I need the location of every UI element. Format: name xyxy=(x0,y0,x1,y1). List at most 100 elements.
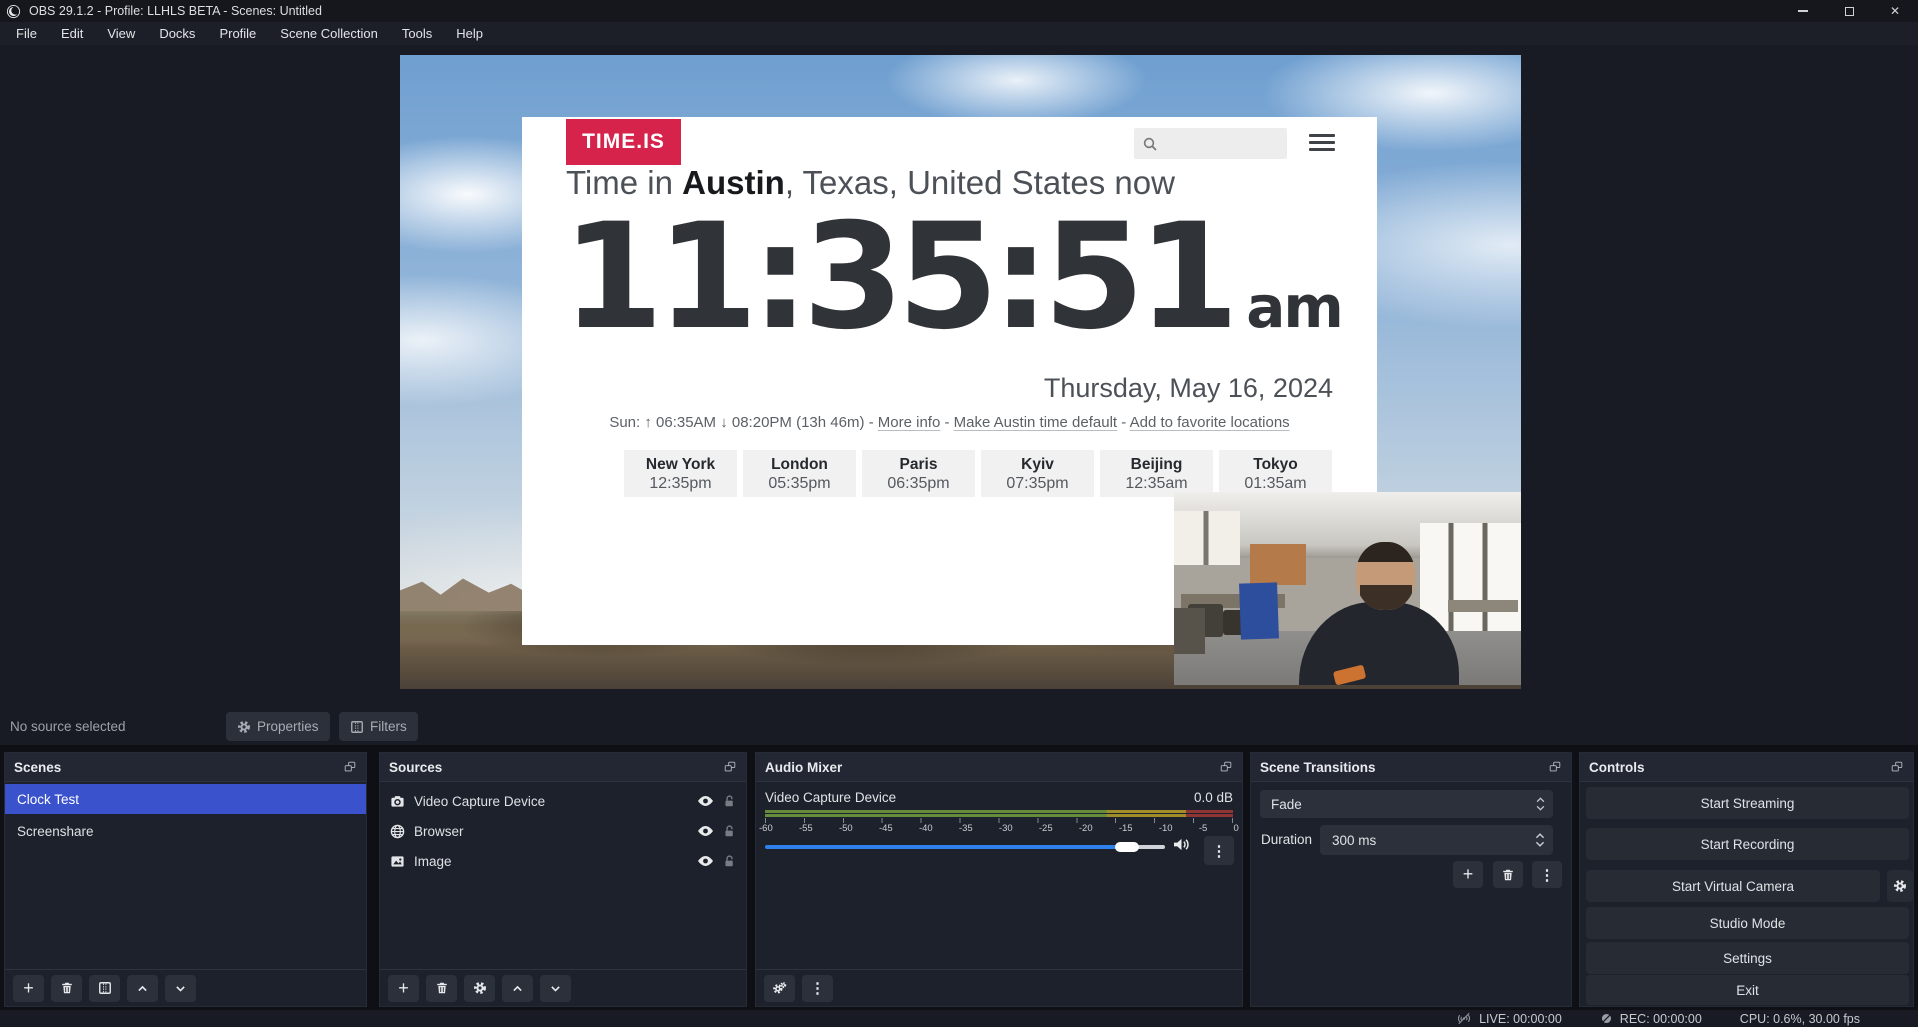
minimize-button[interactable] xyxy=(1780,0,1826,22)
select-chevrons-icon xyxy=(1528,797,1553,811)
advanced-audio-button[interactable] xyxy=(764,975,795,1002)
popout-icon[interactable] xyxy=(343,760,357,774)
filters-button[interactable]: Filters xyxy=(339,712,418,741)
cpu-fps-stats: CPU: 0.6%, 30.00 fps xyxy=(1740,1012,1860,1026)
scene-transitions-panel: Scene Transitions Fade Duration 300 ms +… xyxy=(1250,752,1572,1007)
broadcast-icon xyxy=(1456,1012,1472,1025)
remove-scene-button[interactable] xyxy=(51,975,82,1002)
move-scene-up-button[interactable] xyxy=(127,975,158,1002)
hamburger-menu-icon[interactable] xyxy=(1309,134,1335,151)
link-separator: - xyxy=(940,414,953,431)
start-recording-button[interactable]: Start Recording xyxy=(1586,828,1909,860)
menu-help[interactable]: Help xyxy=(444,22,495,45)
city-london[interactable]: London05:35pm xyxy=(743,450,856,497)
city-newyork[interactable]: New York12:35pm xyxy=(624,450,737,497)
speaker-icon[interactable] xyxy=(1172,837,1191,852)
city-paris[interactable]: Paris06:35pm xyxy=(862,450,975,497)
scene-filters-button[interactable] xyxy=(89,975,120,1002)
virtual-camera-settings-button[interactable] xyxy=(1887,870,1913,902)
settings-button[interactable]: Settings xyxy=(1586,942,1909,974)
mixer-menu-button[interactable]: ⋮ xyxy=(802,975,833,1002)
menu-tools[interactable]: Tools xyxy=(390,22,444,45)
minimize-icon xyxy=(1798,10,1808,12)
source-item-image[interactable]: Image xyxy=(380,846,746,876)
exit-button[interactable]: Exit xyxy=(1586,975,1909,1005)
window-title: OBS 29.1.2 - Profile: LLHLS BETA - Scene… xyxy=(29,4,322,18)
controls-header[interactable]: Controls xyxy=(1580,753,1913,782)
menu-file[interactable]: File xyxy=(4,22,49,45)
lock-icon[interactable] xyxy=(723,794,736,808)
add-transition-button[interactable]: + xyxy=(1453,861,1483,888)
menu-profile[interactable]: Profile xyxy=(207,22,268,45)
scenes-toolbar: + xyxy=(5,969,366,1006)
maximize-button[interactable] xyxy=(1826,0,1872,22)
visibility-eye-icon[interactable] xyxy=(697,825,714,837)
no-source-selected-label: No source selected xyxy=(10,709,126,745)
mixer-db-value: 0.0 dB xyxy=(1194,790,1233,805)
popout-icon[interactable] xyxy=(1219,760,1233,774)
maximize-icon xyxy=(1845,7,1854,16)
start-streaming-button[interactable]: Start Streaming xyxy=(1586,787,1909,819)
city-tokyo[interactable]: Tokyo01:35am xyxy=(1219,450,1332,497)
volume-meter xyxy=(765,810,1233,813)
menu-view[interactable]: View xyxy=(95,22,147,45)
city-beijing[interactable]: Beijing12:35am xyxy=(1100,450,1213,497)
source-item-browser[interactable]: Browser xyxy=(380,816,746,846)
move-source-down-button[interactable] xyxy=(540,975,571,1002)
duration-label: Duration xyxy=(1261,832,1312,847)
search-input[interactable] xyxy=(1134,128,1287,159)
menu-scene-collection[interactable]: Scene Collection xyxy=(268,22,390,45)
scene-item-screenshare[interactable]: Screenshare xyxy=(5,816,366,846)
clock-time: 11:35:51 xyxy=(562,201,1232,354)
chevron-up-icon xyxy=(136,982,149,995)
visibility-eye-icon[interactable] xyxy=(697,795,714,807)
start-virtual-camera-button[interactable]: Start Virtual Camera xyxy=(1586,870,1880,902)
scene-item-clock-test[interactable]: Clock Test xyxy=(5,784,366,814)
make-default-link[interactable]: Make Austin time default xyxy=(954,414,1117,431)
close-button[interactable]: ✕ xyxy=(1872,0,1918,22)
more-info-link[interactable]: More info xyxy=(878,414,941,431)
remove-source-button[interactable] xyxy=(426,975,457,1002)
preview-canvas[interactable]: TIME.IS Time in Austin, Texas, United St… xyxy=(400,55,1521,689)
trash-icon xyxy=(60,981,74,995)
spinner-chevrons-icon[interactable] xyxy=(1527,833,1553,847)
add-source-button[interactable]: + xyxy=(388,975,419,1002)
studio-mode-button[interactable]: Studio Mode xyxy=(1586,907,1909,939)
menu-edit[interactable]: Edit xyxy=(49,22,95,45)
add-favorite-link[interactable]: Add to favorite locations xyxy=(1130,414,1290,431)
lock-icon[interactable] xyxy=(723,854,736,868)
remove-transition-button[interactable] xyxy=(1493,861,1523,888)
volume-slider-handle[interactable] xyxy=(1115,842,1139,852)
clock-meridiem: am xyxy=(1246,273,1342,341)
audio-mixer-header[interactable]: Audio Mixer xyxy=(756,753,1242,782)
visibility-eye-icon[interactable] xyxy=(697,855,714,867)
close-icon: ✕ xyxy=(1890,4,1900,18)
webcam-overlay[interactable] xyxy=(1174,492,1521,685)
move-source-up-button[interactable] xyxy=(502,975,533,1002)
move-scene-down-button[interactable] xyxy=(165,975,196,1002)
sun-info-line: Sun: ↑ 06:35AM ↓ 08:20PM (13h 46m) - Mor… xyxy=(522,414,1377,431)
menu-docks[interactable]: Docks xyxy=(147,22,207,45)
transitions-header[interactable]: Scene Transitions xyxy=(1251,753,1571,782)
properties-button[interactable]: Properties xyxy=(226,712,330,741)
duration-spinner[interactable]: 300 ms xyxy=(1320,825,1553,855)
popout-icon[interactable] xyxy=(1890,760,1904,774)
popout-icon[interactable] xyxy=(1548,760,1562,774)
sources-panel-header[interactable]: Sources xyxy=(380,753,746,782)
volume-slider[interactable] xyxy=(765,845,1165,849)
controls-panel: Controls Start Streaming Start Recording… xyxy=(1579,752,1914,1007)
popout-icon[interactable] xyxy=(723,760,737,774)
transition-options-button[interactable]: ⋮ xyxy=(1532,861,1562,888)
image-icon xyxy=(390,854,405,869)
lock-icon[interactable] xyxy=(723,824,736,838)
window-controls: ✕ xyxy=(1780,0,1918,22)
scenes-panel: Scenes Clock Test Screenshare + xyxy=(4,752,367,1007)
city-kyiv[interactable]: Kyiv07:35pm xyxy=(981,450,1094,497)
add-scene-button[interactable]: + xyxy=(13,975,44,1002)
globe-icon xyxy=(390,824,405,839)
scenes-panel-header[interactable]: Scenes xyxy=(5,753,366,782)
source-item-video-capture[interactable]: Video Capture Device xyxy=(380,786,746,816)
mixer-options-button[interactable]: ⋮ xyxy=(1204,836,1234,865)
transition-select[interactable]: Fade xyxy=(1260,790,1553,818)
source-properties-button[interactable] xyxy=(464,975,495,1002)
